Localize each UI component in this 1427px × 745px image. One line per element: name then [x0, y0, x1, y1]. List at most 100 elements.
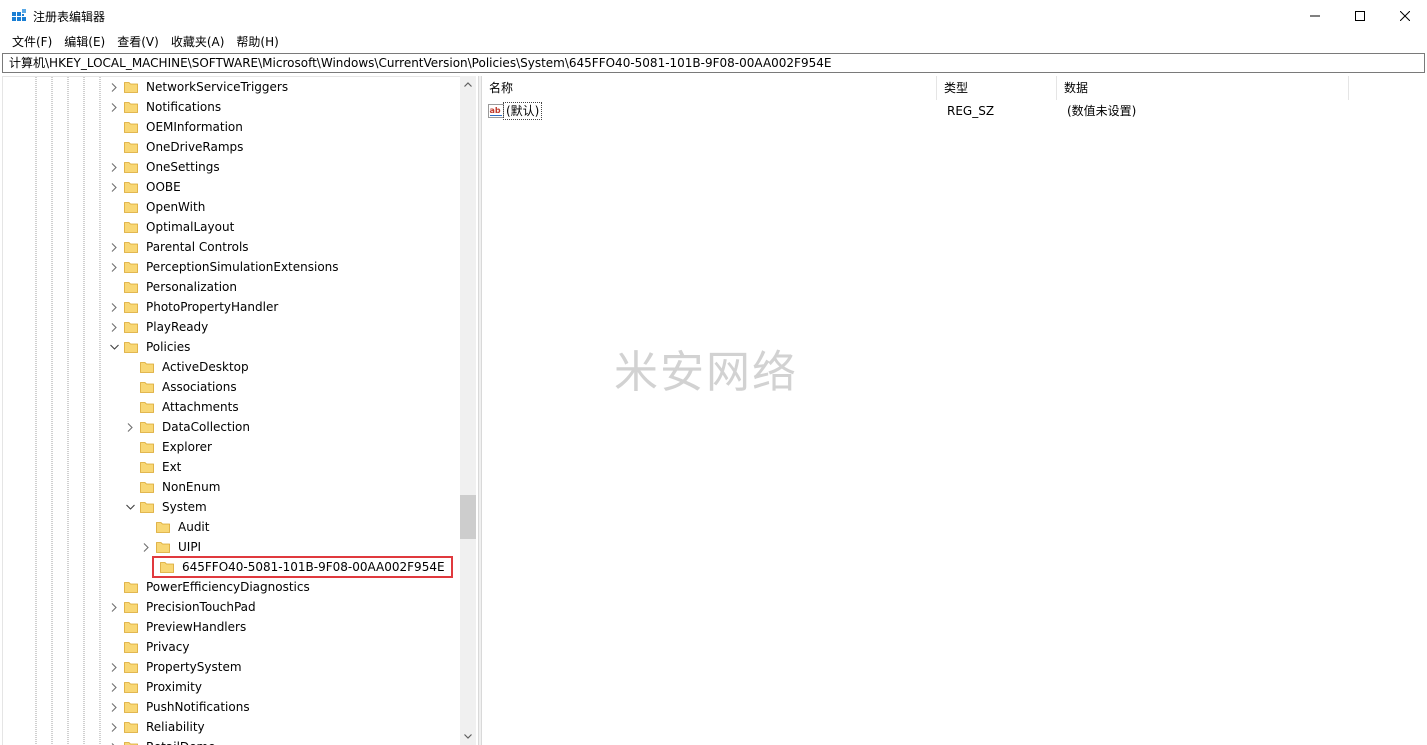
tree-item[interactable]: UIPI: [140, 537, 203, 557]
chevron-down-icon[interactable]: [108, 337, 120, 357]
tree-item-content: OpenWith: [120, 199, 207, 215]
tree-item-label: Associations: [162, 380, 237, 394]
scroll-up-button[interactable]: [460, 76, 476, 93]
chevron-right-icon[interactable]: [108, 177, 120, 197]
value-list[interactable]: 名称 类型 数据 ab (默认) REG_SZ (数值未设置): [482, 76, 1427, 745]
tree-item-content: Associations: [136, 379, 239, 395]
chevron-right-icon[interactable]: [108, 317, 120, 337]
window-title: 注册表编辑器: [33, 10, 106, 24]
tree-item-label: PrecisionTouchPad: [146, 600, 256, 614]
maximize-button[interactable]: [1337, 0, 1383, 32]
scroll-down-button[interactable]: [460, 728, 476, 745]
folder-icon: [124, 661, 138, 673]
chevron-right-icon[interactable]: [108, 657, 120, 677]
tree-item[interactable]: Proximity: [108, 677, 204, 697]
tree-item[interactable]: OpenWith: [108, 197, 207, 217]
tree-item[interactable]: 645FFO40-5081-101B-9F08-00AA002F954E: [140, 556, 453, 578]
chevron-down-icon[interactable]: [124, 497, 136, 517]
tree-item[interactable]: OEMInformation: [108, 117, 245, 137]
tree-item[interactable]: PlayReady: [108, 317, 210, 337]
tree-item-label: PlayReady: [146, 320, 209, 334]
tree-item-content: Attachments: [136, 399, 241, 415]
tree-item[interactable]: Ext: [124, 457, 183, 477]
chevron-right-icon[interactable]: [108, 717, 120, 737]
tree-item-label: PreviewHandlers: [146, 620, 247, 634]
chevron-right-icon[interactable]: [140, 537, 152, 557]
menu-file[interactable]: 文件(F): [6, 32, 58, 52]
tree-item[interactable]: PrecisionTouchPad: [108, 597, 258, 617]
tree-item[interactable]: DataCollection: [124, 417, 252, 437]
tree-item[interactable]: PushNotifications: [108, 697, 252, 717]
folder-icon: [124, 341, 138, 353]
tree-item[interactable]: Reliability: [108, 717, 207, 737]
tree-item-label: NetworkServiceTriggers: [146, 80, 289, 94]
menu-favorites[interactable]: 收藏夹(A): [165, 32, 231, 52]
tree-item-label: Personalization: [146, 280, 237, 294]
tree-item-content: Ext: [136, 459, 183, 475]
tree-item-content: ActiveDesktop: [136, 359, 251, 375]
tree-item[interactable]: Notifications: [108, 97, 223, 117]
title-bar[interactable]: 注册表编辑器: [0, 0, 1427, 32]
svg-text:ab: ab: [490, 106, 501, 115]
tree-item[interactable]: PerceptionSimulationExtensions: [108, 257, 341, 277]
tree-item-content: OneDriveRamps: [120, 139, 245, 155]
tree-item[interactable]: PowerEfficiencyDiagnostics: [108, 577, 312, 597]
chevron-right-icon[interactable]: [108, 737, 120, 745]
tree-item[interactable]: PhotoPropertyHandler: [108, 297, 280, 317]
tree-item[interactable]: OOBE: [108, 177, 183, 197]
column-header-name[interactable]: 名称: [482, 76, 937, 100]
tree-scrollbar[interactable]: [460, 76, 476, 745]
tree-item-content: Personalization: [120, 279, 239, 295]
menu-edit[interactable]: 编辑(E): [58, 32, 111, 52]
tree-item-label: Parental Controls: [146, 240, 249, 254]
tree-item[interactable]: Parental Controls: [108, 237, 251, 257]
menu-view[interactable]: 查看(V): [111, 32, 165, 52]
tree-item[interactable]: System: [124, 497, 209, 517]
tree-item-label: PowerEfficiencyDiagnostics: [146, 580, 310, 594]
minimize-button[interactable]: [1292, 0, 1338, 32]
tree-item[interactable]: PropertySystem: [108, 657, 244, 677]
tree-item[interactable]: Associations: [124, 377, 239, 397]
chevron-right-icon[interactable]: [108, 257, 120, 277]
chevron-right-icon[interactable]: [108, 237, 120, 257]
tree-item[interactable]: ActiveDesktop: [124, 357, 251, 377]
scroll-thumb[interactable]: [460, 494, 476, 539]
folder-icon: [160, 561, 174, 573]
chevron-right-icon[interactable]: [108, 697, 120, 717]
chevron-right-icon[interactable]: [124, 417, 136, 437]
tree-item[interactable]: RetailDemo: [108, 737, 218, 745]
chevron-right-icon[interactable]: [108, 97, 120, 117]
tree-item[interactable]: OneDriveRamps: [108, 137, 245, 157]
tree-item[interactable]: Policies: [108, 337, 192, 357]
tree-item-label: Attachments: [162, 400, 239, 414]
tree-item-content: PerceptionSimulationExtensions: [120, 259, 341, 275]
folder-icon: [124, 181, 138, 193]
tree-item[interactable]: Attachments: [124, 397, 241, 417]
value-row[interactable]: ab (默认) REG_SZ (数值未设置): [482, 101, 1427, 121]
folder-icon: [140, 481, 154, 493]
chevron-right-icon[interactable]: [108, 677, 120, 697]
key-tree[interactable]: NetworkServiceTriggers Notifications OEMIn…: [2, 76, 476, 745]
chevron-right-icon[interactable]: [108, 597, 120, 617]
tree-item[interactable]: OneSettings: [108, 157, 222, 177]
tree-item[interactable]: Audit: [140, 517, 211, 537]
tree-item[interactable]: NetworkServiceTriggers: [108, 77, 290, 97]
close-button[interactable]: [1382, 0, 1427, 32]
column-header-type[interactable]: 类型: [937, 76, 1057, 100]
tree-item-content: PlayReady: [120, 319, 210, 335]
tree-item[interactable]: NonEnum: [124, 477, 222, 497]
chevron-right-icon[interactable]: [108, 297, 120, 317]
menu-help[interactable]: 帮助(H): [230, 32, 284, 52]
tree-item-content: Explorer: [136, 439, 214, 455]
address-bar[interactable]: 计算机\HKEY_LOCAL_MACHINE\SOFTWARE\Microsof…: [2, 53, 1425, 73]
tree-item[interactable]: PreviewHandlers: [108, 617, 248, 637]
tree-item[interactable]: Privacy: [108, 637, 191, 657]
tree-item[interactable]: Personalization: [108, 277, 239, 297]
chevron-right-icon[interactable]: [108, 157, 120, 177]
tree-item[interactable]: Explorer: [124, 437, 214, 457]
column-header-data[interactable]: 数据: [1057, 76, 1349, 100]
chevron-right-icon[interactable]: [108, 77, 120, 97]
tree-item[interactable]: OptimalLayout: [108, 217, 236, 237]
